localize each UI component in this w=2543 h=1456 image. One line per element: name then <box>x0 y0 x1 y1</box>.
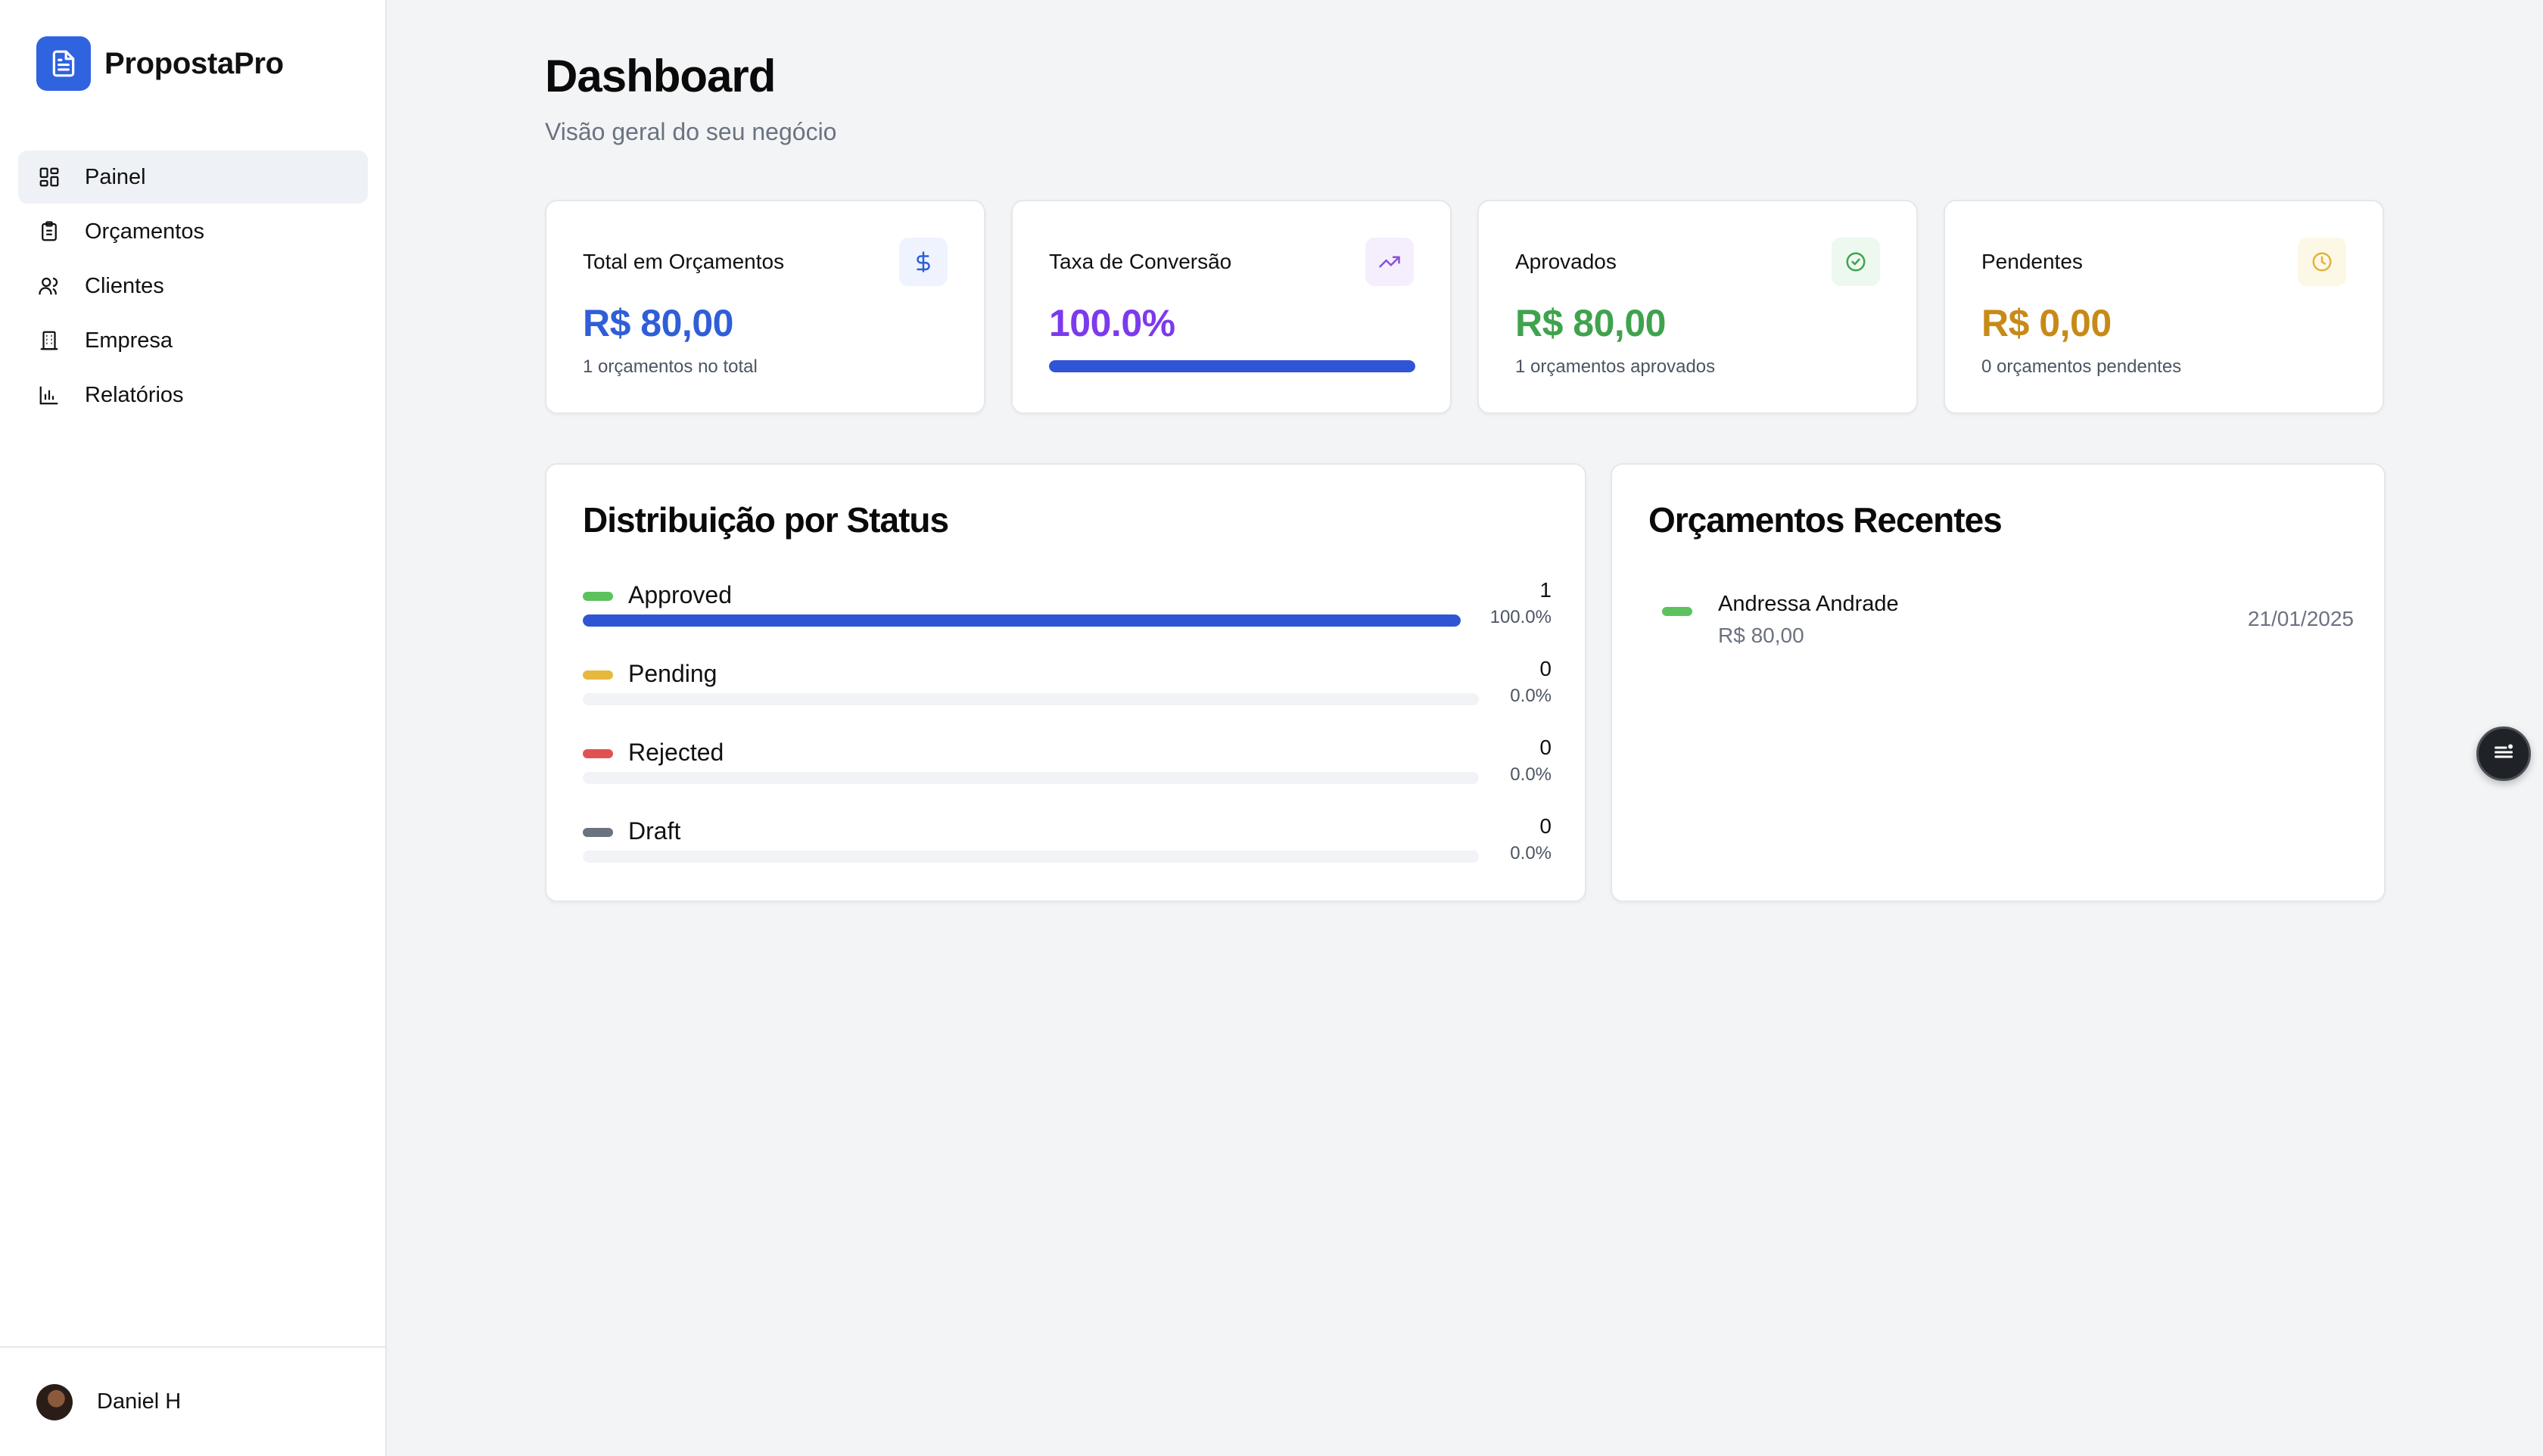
status-percent: 0.0% <box>1510 764 1552 785</box>
app-name: PropostaPro <box>104 46 284 80</box>
dollar-icon <box>899 238 948 286</box>
stat-value: 100.0% <box>1049 302 1175 344</box>
bar-chart-icon <box>36 382 62 408</box>
status-count: 0 <box>1539 736 1552 759</box>
user-name: Daniel H <box>97 1389 182 1414</box>
stat-card-pending: Pendentes R$ 0,00 0 orçamentos pendentes <box>1944 200 2384 414</box>
status-row-draft: Draft 0 0.0% <box>583 814 1552 882</box>
sidebar-item-label: Orçamentos <box>85 219 204 244</box>
conversion-progress-bar <box>1049 360 1415 372</box>
sidebar-item-clientes[interactable]: Clientes <box>18 260 368 313</box>
conversion-progress-fill <box>1049 360 1415 372</box>
status-label: Approved <box>628 581 732 608</box>
status-percent: 100.0% <box>1489 607 1552 627</box>
clock-icon <box>2298 238 2346 286</box>
stat-title: Total em Orçamentos <box>583 250 785 273</box>
avatar <box>36 1383 73 1420</box>
menu-icon <box>2490 739 2517 770</box>
status-count: 0 <box>1539 657 1552 680</box>
status-label: Rejected <box>628 739 724 766</box>
stat-value: R$ 80,00 <box>583 302 733 344</box>
sidebar-item-relatorios[interactable]: Relatórios <box>18 369 368 422</box>
status-swatch <box>583 828 613 837</box>
stat-note: 0 orçamentos pendentes <box>1981 356 2182 377</box>
sidebar-item-label: Relatórios <box>85 382 184 407</box>
stat-note: 1 orçamentos no total <box>583 356 758 377</box>
dashboard-icon <box>36 164 62 190</box>
status-count: 0 <box>1539 814 1552 838</box>
sidebar-item-empresa[interactable]: Empresa <box>18 314 368 367</box>
users-icon <box>36 273 62 299</box>
stat-card-total: Total em Orçamentos R$ 80,00 1 orçamento… <box>545 200 985 414</box>
status-bar <box>583 693 1479 705</box>
check-circle-icon <box>1832 238 1880 286</box>
quote-date: 21/01/2025 <box>2247 607 2354 630</box>
stat-title: Pendentes <box>1981 250 2083 273</box>
stat-value: R$ 0,00 <box>1981 302 2112 344</box>
stat-title: Taxa de Conversão <box>1049 250 1232 273</box>
status-bar <box>583 614 1461 627</box>
stat-card-conversion: Taxa de Conversão 100.0% <box>1011 200 1452 414</box>
sidebar: PropostaPro Painel Orçamentos Clientes E… <box>0 0 387 1456</box>
status-bar-fill <box>583 614 1461 627</box>
status-swatch <box>1662 607 1692 616</box>
panel-title: Distribuição por Status <box>583 500 949 540</box>
status-row-rejected: Rejected 0 0.0% <box>583 736 1552 804</box>
trending-up-icon <box>1365 238 1414 286</box>
status-count: 1 <box>1539 578 1552 602</box>
sidebar-item-label: Painel <box>85 164 146 189</box>
panel-title: Orçamentos Recentes <box>1648 500 2003 540</box>
status-label: Draft <box>628 817 681 845</box>
brand[interactable]: PropostaPro <box>36 36 284 91</box>
status-percent: 0.0% <box>1510 686 1552 706</box>
recent-quotes-panel: Orçamentos Recentes Andressa Andrade R$ … <box>1611 463 2386 902</box>
sidebar-item-orcamentos[interactable]: Orçamentos <box>18 205 368 258</box>
sidebar-nav: Painel Orçamentos Clientes Empresa Relat… <box>18 151 368 423</box>
recent-quote-item[interactable]: Andressa Andrade R$ 80,00 21/01/2025 <box>1648 577 2354 647</box>
stat-title: Aprovados <box>1515 250 1617 273</box>
floating-menu-button[interactable] <box>2476 726 2531 781</box>
client-name: Andressa Andrade <box>1718 592 1899 616</box>
status-swatch <box>583 592 613 601</box>
page-subtitle: Visão geral do seu negócio <box>545 118 837 145</box>
status-label: Pending <box>628 660 717 687</box>
user-profile[interactable]: Daniel H <box>0 1346 385 1456</box>
status-distribution-panel: Distribuição por Status Approved 1 100.0… <box>545 463 1586 902</box>
status-row-approved: Approved 1 100.0% <box>583 578 1552 646</box>
document-icon <box>36 36 91 91</box>
status-bar <box>583 772 1479 784</box>
sidebar-item-label: Clientes <box>85 273 164 298</box>
status-percent: 0.0% <box>1510 843 1552 863</box>
page-title: Dashboard <box>545 51 776 101</box>
stat-card-approved: Aprovados R$ 80,00 1 orçamentos aprovado… <box>1477 200 1918 414</box>
quote-amount: R$ 80,00 <box>1718 624 1804 647</box>
status-swatch <box>583 749 613 758</box>
status-bar <box>583 851 1479 863</box>
building-icon <box>36 328 62 353</box>
sidebar-item-painel[interactable]: Painel <box>18 151 368 204</box>
stat-note: 1 orçamentos aprovados <box>1515 356 1716 377</box>
status-swatch <box>583 670 613 680</box>
sidebar-item-label: Empresa <box>85 328 173 353</box>
clipboard-icon <box>36 219 62 244</box>
stat-value: R$ 80,00 <box>1515 302 1666 344</box>
status-row-pending: Pending 0 0.0% <box>583 657 1552 725</box>
